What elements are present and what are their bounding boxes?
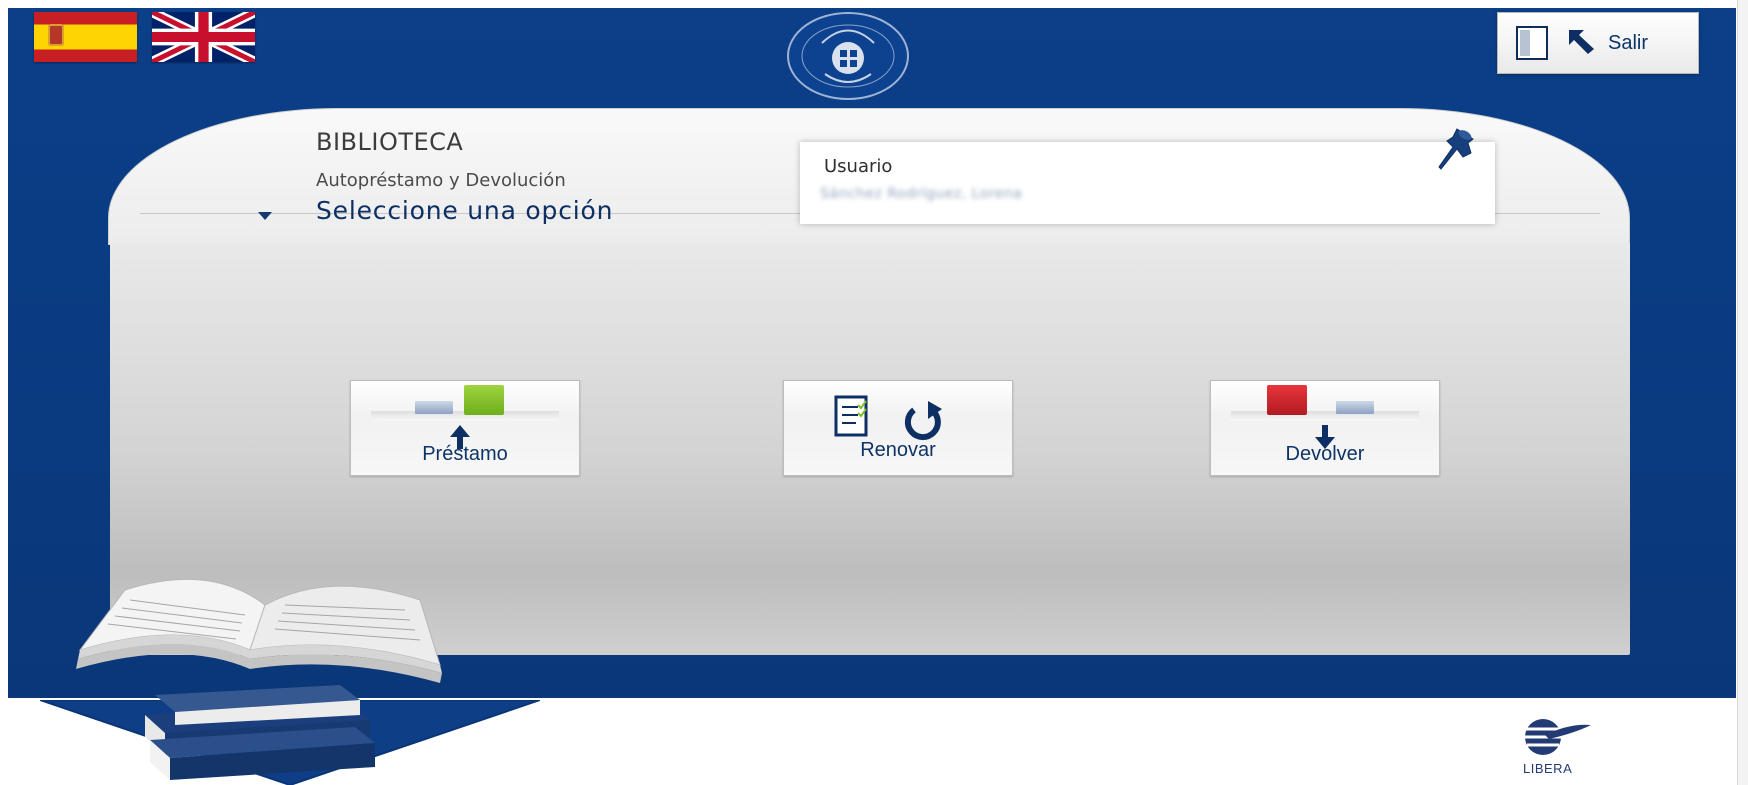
red-book-icon [1267,385,1307,415]
refresh-icon [904,401,942,441]
loan-button[interactable]: Préstamo [350,380,580,476]
door-icon [1516,26,1548,60]
libera-logo: LIBERA [1515,715,1595,779]
option-select-label: Seleccione una opción [316,196,614,225]
exit-button[interactable]: Salir [1497,12,1699,74]
university-seal-logo [787,12,909,100]
page-title: BIBLIOTECA [316,128,464,156]
scrollbar[interactable] [1737,0,1748,785]
option-select[interactable]: Seleccione una opción [258,196,698,236]
spanish-flag-button[interactable] [34,12,137,62]
renew-label: Renovar [860,439,936,461]
pushpin-icon [1438,128,1474,170]
exit-arrow-icon [1569,30,1594,54]
english-flag-button[interactable] [152,12,255,62]
small-book-icon [1336,401,1374,414]
user-label: Usuario [824,156,893,177]
user-info-panel: Usuario Sánchez Rodríguez, Lorena [800,142,1495,224]
return-label: Devolver [1285,443,1365,465]
triangle-down-icon [258,212,272,220]
union-jack-icon [152,12,255,62]
small-book-icon [415,401,453,414]
globe-logo-icon [1525,719,1591,755]
coat-of-arms-icon [48,24,64,46]
shelf-decoration [1231,411,1419,421]
green-book-icon [464,385,504,415]
renew-button[interactable]: Renovar [783,380,1013,476]
return-button[interactable]: Devolver [1210,380,1440,476]
loan-label: Préstamo [422,443,508,465]
libera-logo-text: LIBERA [1523,761,1573,776]
checklist-document-icon [834,395,868,437]
user-name: Sánchez Rodríguez, Lorena [820,186,1023,202]
page-subtitle: Autopréstamo y Devolución [316,170,566,191]
books-illustration [76,578,442,780]
exit-label: Salir [1608,32,1649,54]
